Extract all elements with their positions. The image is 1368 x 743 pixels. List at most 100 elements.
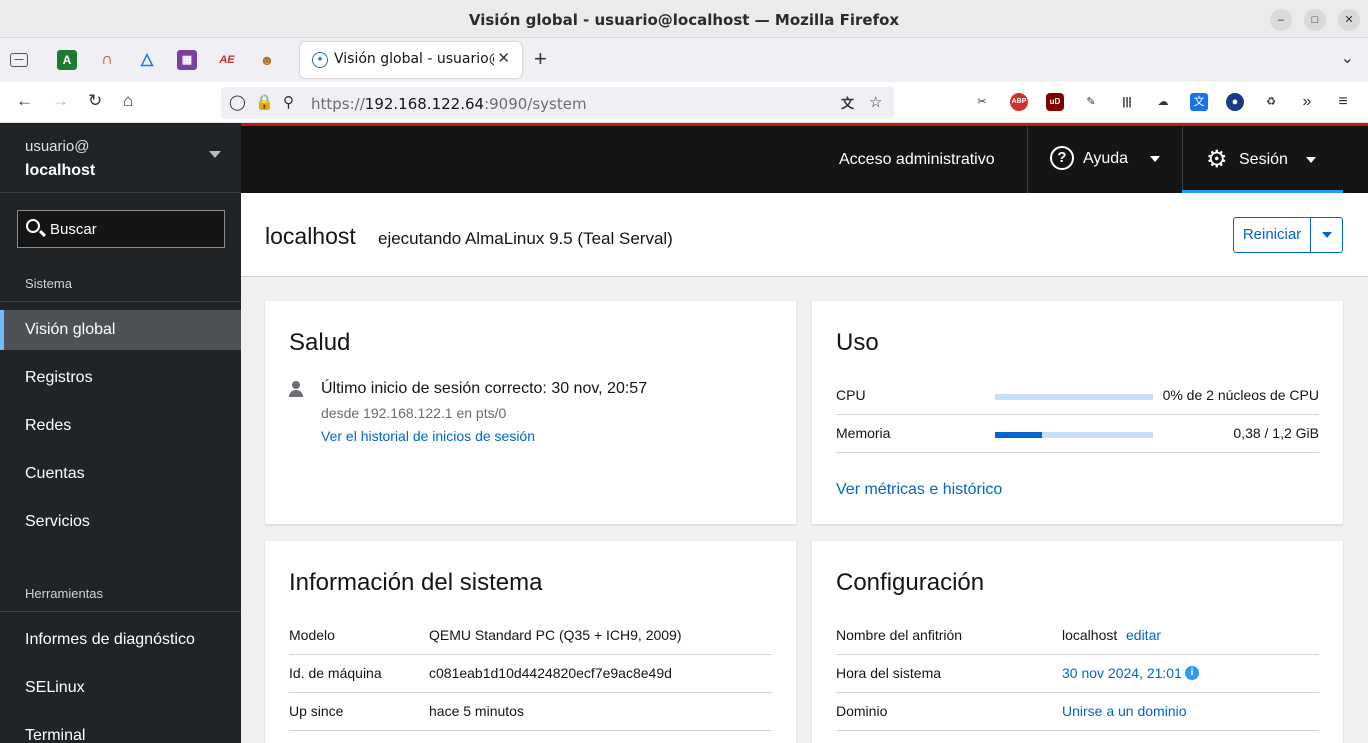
host-user: usuario@ <box>25 138 90 155</box>
machine-id-label: Id. de máquina <box>289 665 382 681</box>
navigation-bar: ← → ↻ ⌂ ◯ 🔒 ⚲ https://192.168.122.64:909… <box>0 82 1368 123</box>
tab-overview-icon[interactable]: — <box>10 53 28 67</box>
system-info-title: Información del sistema <box>289 569 543 596</box>
cloud-extension-icon[interactable]: ☁ <box>1154 93 1172 111</box>
active-tab[interactable]: ✦ Visión global - usuario@localhost ✕ <box>300 42 522 78</box>
user-icon <box>289 381 303 397</box>
close-tab-icon[interactable]: ✕ <box>497 49 510 67</box>
sidebar-item-selinux[interactable]: SELinux <box>0 668 241 708</box>
cockpit-favicon-icon: ✦ <box>312 52 328 68</box>
configuration-card: Configuración Nombre del anfitrión local… <box>812 541 1343 743</box>
pinned-tab-ae-icon[interactable]: AE <box>217 50 237 70</box>
edit-hostname-link[interactable]: editar <box>1126 627 1161 643</box>
model-value: QEMU Standard PC (Q35 + ICH9, 2009) <box>429 627 682 643</box>
page-header: localhost ejecutando AlmaLinux 9.5 (Teal… <box>241 193 1368 277</box>
config-row-time: Hora del sistema 30 nov 2024, 21:01 i <box>836 655 1319 693</box>
shield-extension-icon[interactable]: ● <box>1226 93 1244 111</box>
search-input[interactable]: Buscar <box>17 210 225 248</box>
sidebar-item-logs[interactable]: Registros <box>0 358 241 398</box>
ublock-origin-icon[interactable]: uD <box>1046 93 1064 111</box>
cpu-label: CPU <box>836 387 866 403</box>
system-info-card: Información del sistema Modelo QEMU Stan… <box>265 541 796 743</box>
pinned-tab-arc-icon[interactable]: ∩ <box>97 50 117 70</box>
metrics-link[interactable]: Ver métricas e histórico <box>836 481 1002 499</box>
system-time-label: Hora del sistema <box>836 665 942 681</box>
shield-icon[interactable]: ◯ <box>229 93 246 111</box>
divider <box>1027 126 1028 193</box>
edit-extension-icon[interactable]: ✎ <box>1082 93 1100 111</box>
configuration-title: Configuración <box>836 569 985 596</box>
admin-access-button[interactable]: Acceso administrativo <box>839 151 995 169</box>
main-content: localhost ejecutando AlmaLinux 9.5 (Teal… <box>241 193 1368 743</box>
cpu-row: CPU 0% de 2 núcleos de CPU <box>836 377 1319 415</box>
close-window-icon[interactable]: ✕ <box>1338 9 1360 31</box>
config-row-domain: Dominio Unirse a un dominio <box>836 693 1319 731</box>
key-icon[interactable]: ⚲ <box>283 93 294 111</box>
divider <box>0 611 241 612</box>
help-label: Ayuda <box>1083 150 1129 167</box>
restart-menu-toggle[interactable] <box>1310 217 1343 253</box>
domain-label: Dominio <box>836 703 888 719</box>
info-icon[interactable]: i <box>1185 666 1199 680</box>
sidebar-item-networking[interactable]: Redes <box>0 406 241 446</box>
pinned-tab-drive-icon[interactable]: △ <box>137 50 157 70</box>
url-bar[interactable]: ◯ 🔒 ⚲ https://192.168.122.64:9090/system… <box>221 87 894 119</box>
config-row-hostname: Nombre del anfitrión localhost editar <box>836 617 1319 655</box>
sidebar-item-accounts[interactable]: Cuentas <box>0 454 241 494</box>
usage-card: Uso CPU 0% de 2 núcleos de CPU Memoria 0… <box>812 301 1343 524</box>
memory-row: Memoria 0,38 / 1,2 GiB <box>836 415 1319 453</box>
restart-button[interactable]: Reiniciar <box>1233 217 1311 253</box>
reload-icon[interactable]: ↻ <box>88 91 102 111</box>
section-sistema: Sistema <box>25 276 72 291</box>
sidebar-item-terminal[interactable]: Terminal <box>0 716 241 743</box>
minimize-icon[interactable]: – <box>1270 9 1292 31</box>
usage-title: Uso <box>836 329 879 356</box>
caret-down-icon <box>1306 157 1316 163</box>
host-switcher[interactable]: usuario@ localhost <box>0 123 241 193</box>
health-title: Salud <box>289 329 351 356</box>
sidebar-item-overview[interactable]: Visión global <box>0 310 241 350</box>
window-title: Visión global - usuario@localhost — Mozi… <box>468 11 900 29</box>
system-time-link[interactable]: 30 nov 2024, 21:01 <box>1062 665 1182 681</box>
new-tab-icon[interactable]: + <box>534 46 547 72</box>
translate-icon[interactable]: 文 <box>841 93 854 112</box>
uptime-label: Up since <box>289 703 344 719</box>
overflow-menu-icon[interactable]: » <box>1298 93 1316 111</box>
pinned-tab-board-icon[interactable]: ▦ <box>177 50 197 70</box>
session-menu-button[interactable]: ⚙ Sesión <box>1182 126 1343 193</box>
health-card: Salud Último inicio de sesión correcto: … <box>265 301 796 524</box>
model-label: Modelo <box>289 627 335 643</box>
tab-title: Visión global - usuario@localhost <box>334 51 494 67</box>
memory-usage-fill <box>995 432 1043 438</box>
adblock-plus-icon[interactable]: ABP <box>1010 93 1028 111</box>
url-text[interactable]: https://192.168.122.64:9090/system <box>311 95 587 113</box>
bars-extension-icon[interactable]: ||| <box>1118 93 1136 111</box>
lock-icon[interactable]: 🔒 <box>255 93 274 111</box>
help-icon: ? <box>1050 146 1074 170</box>
back-icon[interactable]: ← <box>16 91 33 111</box>
pinned-tab-a-icon[interactable]: A <box>57 50 77 70</box>
info-row-machine-id: Id. de máquina c081eab1d10d4424820ecf7e9… <box>289 655 772 693</box>
forward-icon[interactable]: → <box>52 91 69 111</box>
sidebar-item-diagnostics[interactable]: Informes de diagnóstico <box>0 620 241 660</box>
login-history-link[interactable]: Ver el historial de inicios de sesión <box>321 428 535 444</box>
home-icon[interactable]: ⌂ <box>123 91 133 111</box>
screenshot-extension-icon[interactable]: ✂ <box>973 93 991 111</box>
hamburger-menu-icon[interactable]: ≡ <box>1334 93 1352 111</box>
tab-bar: — A ∩ △ ▦ AE ☻ ✦ Visión global - usuario… <box>0 38 1368 82</box>
sidebar-item-services[interactable]: Servicios <box>0 502 241 542</box>
last-login-text: Último inicio de sesión correcto: 30 nov… <box>321 380 648 397</box>
info-row-model: Modelo QEMU Standard PC (Q35 + ICH9, 200… <box>289 617 772 655</box>
extensions-puzzle-icon[interactable]: ♻ <box>1262 93 1280 111</box>
hostname-value: localhost <box>1062 627 1118 643</box>
uptime-value: hace 5 minutos <box>429 703 524 719</box>
join-domain-link[interactable]: Unirse a un dominio <box>1062 703 1187 719</box>
search-placeholder: Buscar <box>50 221 97 238</box>
translate-extension-icon[interactable]: 文 <box>1190 93 1208 111</box>
cpu-value: 0% de 2 núcleos de CPU <box>1162 387 1319 403</box>
bookmark-star-icon[interactable]: ☆ <box>869 93 882 111</box>
login-source: desde 192.168.122.1 en pts/0 <box>321 405 507 421</box>
pinned-tab-avatar-icon[interactable]: ☻ <box>257 50 277 70</box>
maximize-icon[interactable]: □ <box>1304 9 1326 31</box>
tab-list-chevron-icon[interactable]: ⌄ <box>1341 48 1354 68</box>
